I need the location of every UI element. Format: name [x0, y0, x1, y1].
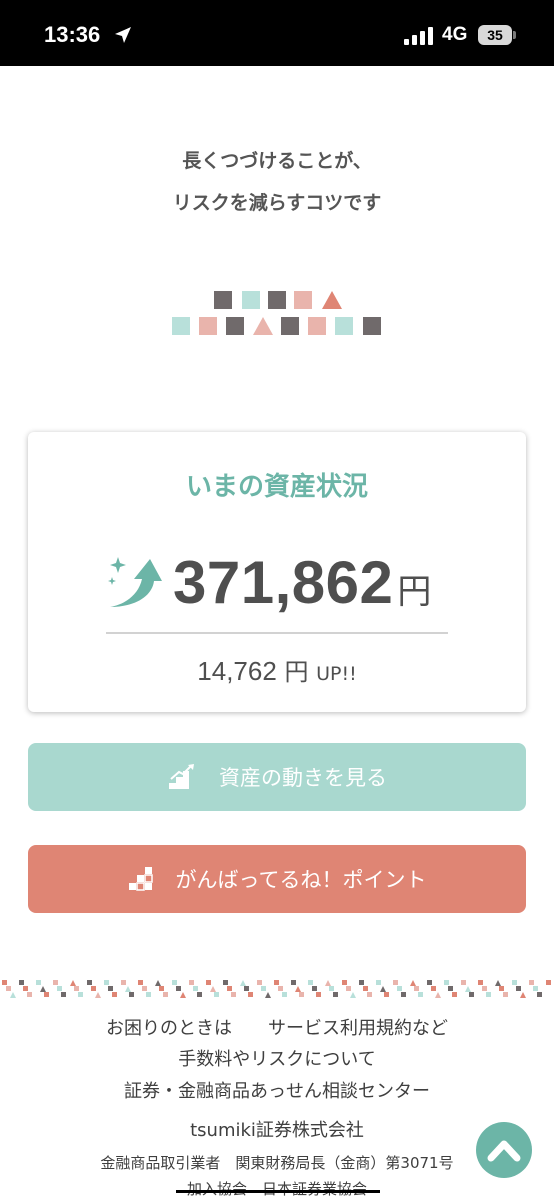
asset-card-title: いまの資産状況: [185, 472, 368, 502]
cellular-signal-icon: [404, 27, 433, 45]
status-bar: 13:36 4G 35: [0, 0, 554, 66]
scroll-to-top-button[interactable]: [476, 1122, 532, 1178]
view-asset-movement-button[interactable]: 資産の動きを見る: [28, 743, 526, 811]
location-arrow-icon: [115, 27, 131, 43]
encouragement-points-button[interactable]: がんばってるね！ポイント: [28, 845, 526, 913]
asset-amount-unit: 円: [397, 572, 432, 612]
asset-gain-unit: 円: [284, 658, 309, 686]
footer-row-1: お困りのときは サービス利用規約など: [0, 1014, 554, 1040]
registration-text: 金融商品取引業者 関東財務局長（金商）第3071号: [100, 1154, 454, 1172]
home-indicator: [176, 1190, 380, 1193]
battery-level: 35: [478, 25, 512, 45]
encouragement-points-label: がんばってるね！ポイント: [175, 868, 427, 892]
association-text: 加入協会 日本証券業協会: [0, 1178, 554, 1199]
blocks-icon: [128, 866, 154, 892]
asset-amount: 371,862: [173, 549, 394, 616]
tsumiki-blocks-logo: [172, 291, 381, 335]
asset-gain-suffix: UP!!: [316, 663, 357, 685]
network-label: 4G: [442, 24, 468, 45]
asset-status-card: いまの資産状況 371,862 円 14,762 円 UP!!: [28, 432, 526, 712]
chevron-up-icon: [487, 1140, 521, 1162]
asset-amount-row: 371,862 円: [173, 548, 431, 618]
tagline-line-1: 長くつづけることが、: [182, 150, 372, 172]
status-time: 13:36: [44, 22, 101, 47]
terms-link[interactable]: サービス利用規約など: [268, 1018, 448, 1039]
asset-gain: 14,762: [197, 656, 277, 686]
battery-icon: 35: [478, 25, 516, 45]
tagline-line-2: リスクを減らすコツです: [172, 192, 382, 214]
company-name: tsumiki証券株式会社: [190, 1120, 364, 1141]
decorative-blocks-strip: [2, 980, 551, 998]
adr-center-link[interactable]: 証券・金融商品あっせん相談センター: [0, 1077, 554, 1103]
card-divider: [106, 632, 448, 634]
asset-gain-row: 14,762 円 UP!!: [28, 652, 526, 687]
growth-arrow-icon: [108, 557, 162, 607]
view-asset-movement-label: 資産の動きを見る: [219, 766, 387, 790]
fees-risk-link[interactable]: 手数料やリスクについて: [0, 1045, 554, 1071]
help-link[interactable]: お困りのときは: [106, 1018, 232, 1039]
stairs-chart-icon: [167, 763, 197, 791]
